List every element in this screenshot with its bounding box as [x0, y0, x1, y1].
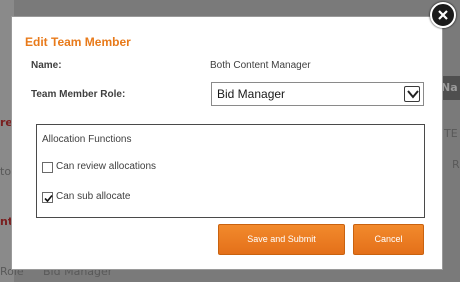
name-value: Both Content Manager: [210, 60, 311, 71]
check-icon: [44, 194, 53, 203]
close-button[interactable]: [430, 2, 456, 28]
cancel-button[interactable]: Cancel: [353, 224, 424, 255]
name-label: Name:: [31, 60, 62, 71]
close-icon: [438, 10, 448, 20]
dialog-title: Edit Team Member: [25, 35, 131, 49]
allocation-functions-group: Allocation Functions Can review allocati…: [36, 124, 425, 218]
allocation-functions-legend: Allocation Functions: [42, 134, 132, 145]
role-label: Team Member Role:: [31, 89, 126, 100]
sub-allocate-checkbox[interactable]: [42, 192, 53, 203]
save-and-submit-button[interactable]: Save and Submit: [218, 224, 345, 255]
role-select[interactable]: Bid Manager: [211, 82, 424, 106]
review-allocations-checkbox[interactable]: [42, 162, 53, 173]
sub-allocate-label: Can sub allocate: [56, 191, 131, 202]
background-text: TE: [444, 127, 458, 140]
review-allocations-label: Can review allocations: [56, 161, 157, 172]
background-text: R: [452, 158, 460, 171]
edit-team-member-dialog: Edit Team Member Name: Both Content Mana…: [11, 16, 443, 270]
role-select-value: Bid Manager: [217, 87, 286, 101]
chevron-down-icon[interactable]: [404, 86, 420, 102]
